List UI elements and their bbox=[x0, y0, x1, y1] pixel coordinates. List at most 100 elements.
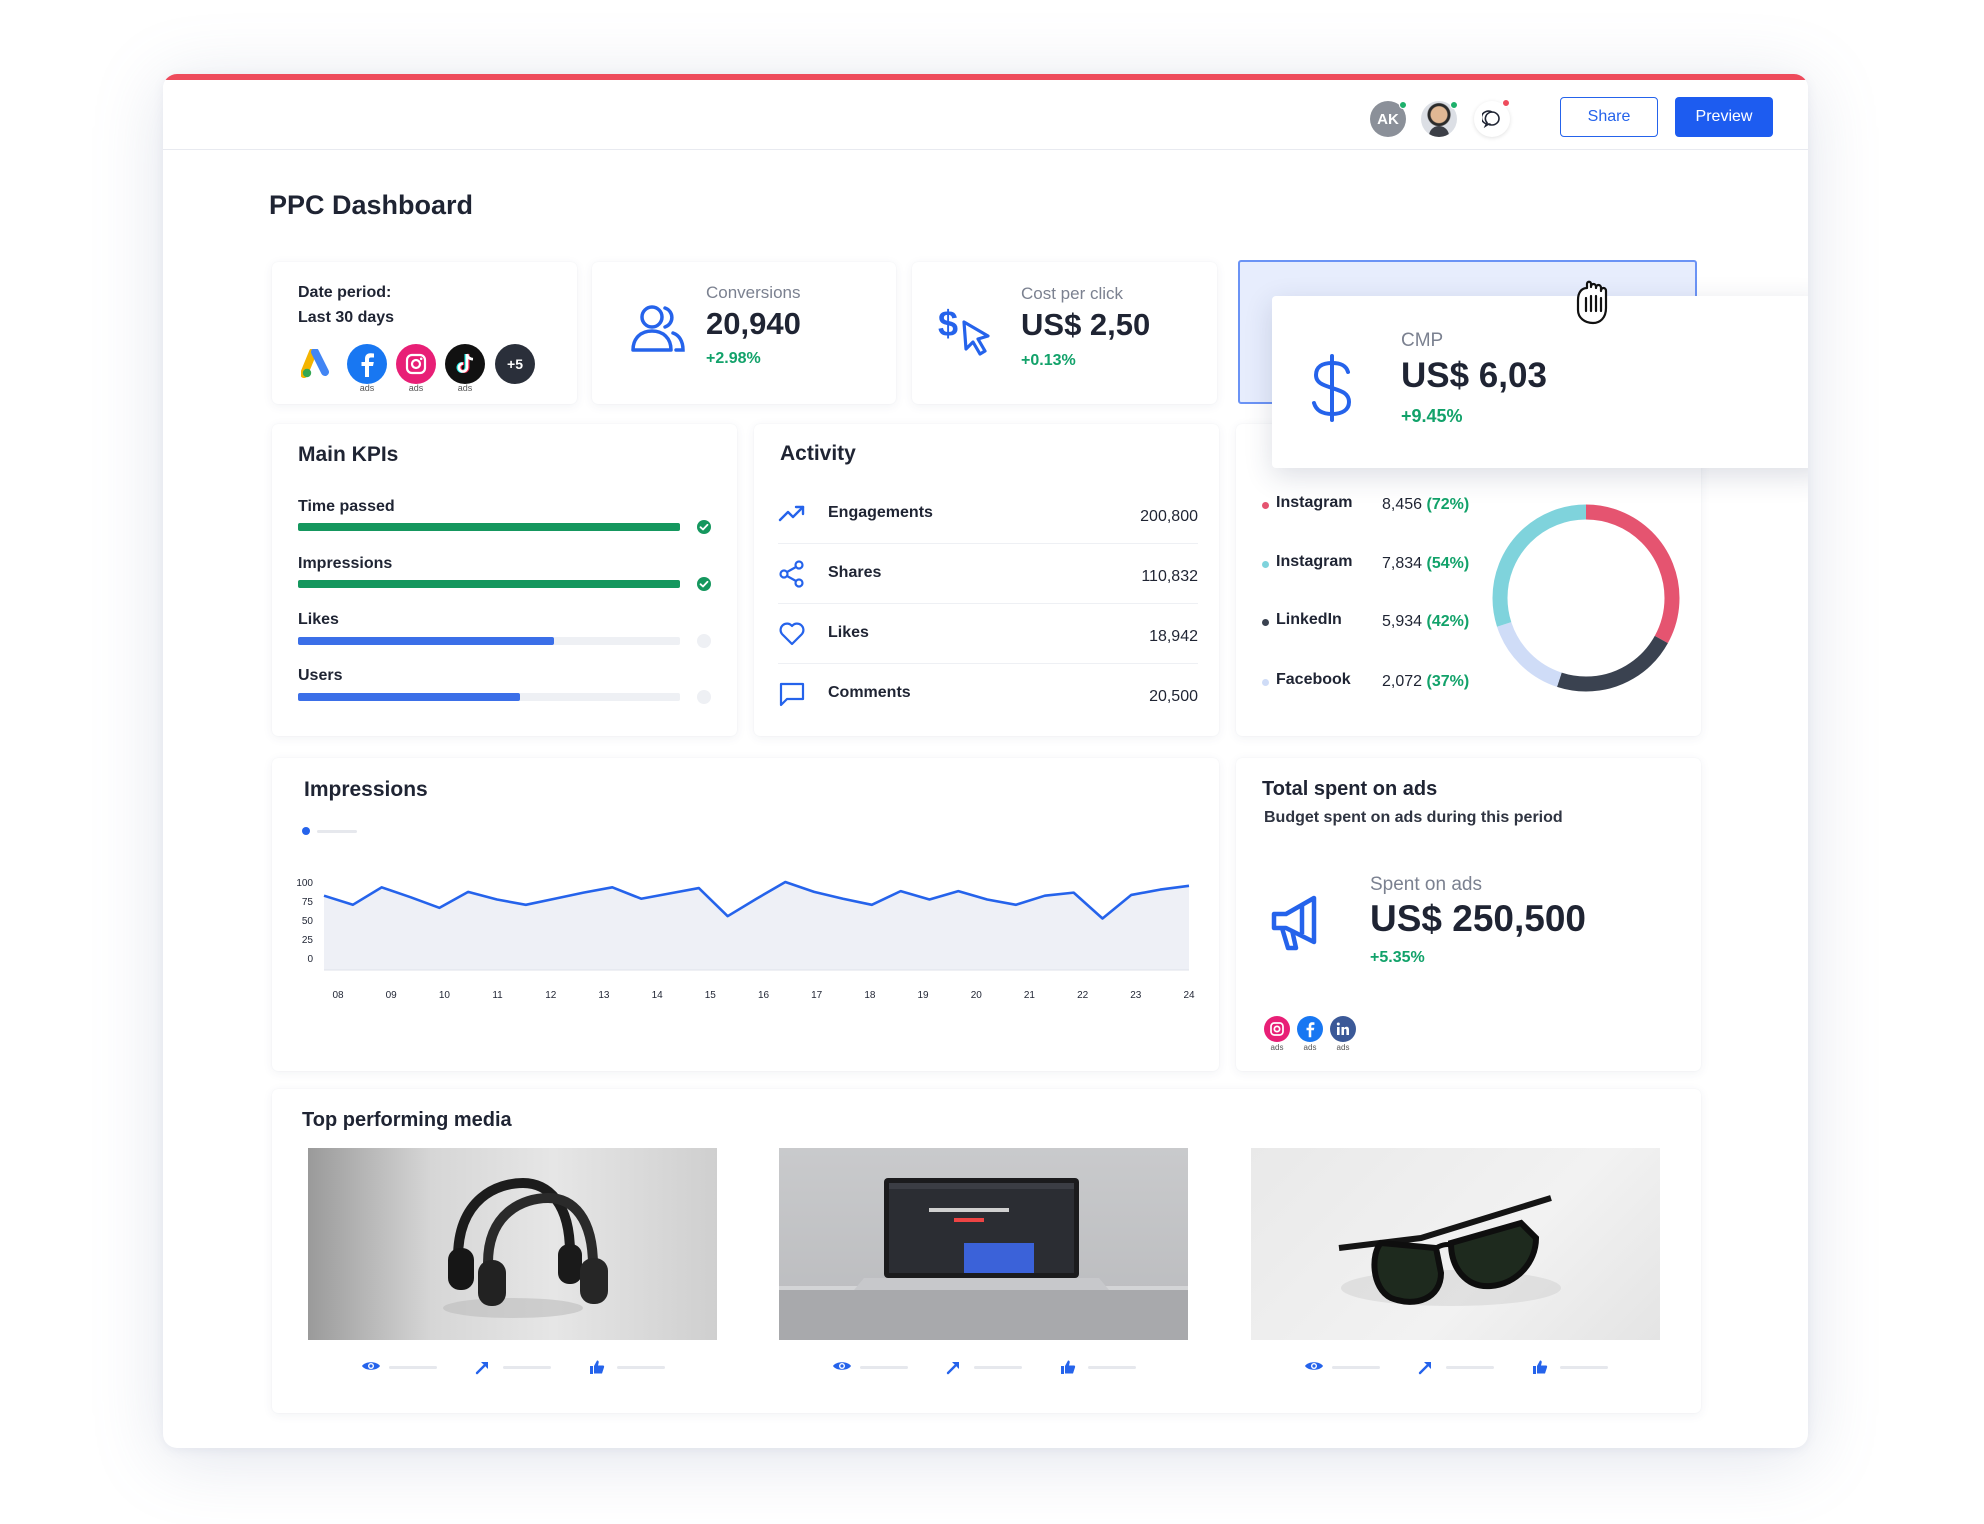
more-sources-badge[interactable]: +5 bbox=[495, 344, 535, 384]
cpc-value: US$ 2,50 bbox=[1021, 307, 1151, 342]
channel-count: 2,072 bbox=[1382, 673, 1423, 690]
channel-value: 8,456 (72%) bbox=[1382, 496, 1469, 514]
headphones-image[interactable] bbox=[308, 1148, 717, 1340]
cost-per-click-card[interactable]: $ Cost per click US$ 2,50 +0.13% bbox=[912, 262, 1217, 404]
chat-bubble-icon bbox=[1482, 110, 1500, 129]
eye-icon[interactable] bbox=[1304, 1359, 1324, 1378]
send-arrow-icon[interactable] bbox=[475, 1359, 491, 1380]
thumbs-up-icon[interactable] bbox=[589, 1359, 605, 1380]
share-button[interactable]: Share bbox=[1560, 97, 1658, 137]
stat-value-placeholder bbox=[617, 1366, 665, 1369]
preview-button[interactable]: Preview bbox=[1675, 97, 1773, 137]
stat-value-placeholder bbox=[974, 1366, 1022, 1369]
x-tick-label: 13 bbox=[598, 990, 610, 1001]
activity-row-shares[interactable]: Shares 110,832 bbox=[778, 552, 1198, 604]
send-arrow-icon[interactable] bbox=[946, 1359, 962, 1380]
activity-row-likes[interactable]: Likes 18,942 bbox=[778, 612, 1198, 664]
thumbs-up-icon[interactable] bbox=[1060, 1359, 1076, 1380]
x-tick-label: 16 bbox=[758, 990, 770, 1001]
activity-label: Shares bbox=[828, 564, 882, 581]
instagram-ads-logo: ads bbox=[396, 344, 436, 393]
check-circle-icon bbox=[697, 520, 711, 534]
x-tick-label: 12 bbox=[545, 990, 557, 1001]
instagram-ads-logo: ads bbox=[1264, 1016, 1290, 1052]
activity-card: Activity Engagements 200,800 Shares 110,… bbox=[754, 424, 1219, 736]
legend-dot bbox=[1262, 679, 1269, 686]
x-tick-label: 17 bbox=[811, 990, 823, 1001]
trend-up-icon bbox=[778, 505, 805, 522]
x-tick-label: 20 bbox=[971, 990, 983, 1001]
page-title: PPC Dashboard bbox=[269, 190, 474, 220]
top-media-title: Top performing media bbox=[302, 1109, 512, 1131]
x-tick-label: 21 bbox=[1024, 990, 1036, 1001]
cmp-label: CMP bbox=[1401, 330, 1444, 351]
heart-icon bbox=[779, 622, 805, 646]
logo-caption: ads bbox=[359, 383, 375, 393]
channel-name: Instagram bbox=[1276, 553, 1353, 570]
pending-circle-icon bbox=[697, 690, 711, 704]
stat-value-placeholder bbox=[1088, 1366, 1136, 1369]
activity-title: Activity bbox=[780, 442, 856, 465]
x-tick-label: 14 bbox=[652, 990, 664, 1001]
send-arrow-icon[interactable] bbox=[1418, 1359, 1434, 1380]
impressions-line-chart: 100 75 50 25 0 08 09 10 11 12 13 14 15 16 17 18 19 20 21 22… bbox=[296, 878, 1195, 1001]
thumbs-up-icon[interactable] bbox=[1532, 1359, 1548, 1380]
x-tick-label: 15 bbox=[705, 990, 717, 1001]
activity-value: 20,500 bbox=[1149, 688, 1198, 705]
channel-percent: (72%) bbox=[1426, 496, 1470, 513]
linkedin-ads-logo: ads bbox=[1330, 1016, 1356, 1052]
channel-count: 5,934 bbox=[1382, 613, 1423, 630]
impressions-card: Impressions 100 75 50 25 0 08 09 10 11 12 13 14 15 16… bbox=[272, 758, 1219, 1071]
legend-dot bbox=[1262, 502, 1269, 509]
eye-icon[interactable] bbox=[832, 1359, 852, 1378]
x-tick-label: 22 bbox=[1077, 990, 1089, 1001]
sunglasses-illustration bbox=[1338, 1195, 1561, 1306]
kpi-progress-fill bbox=[298, 637, 554, 645]
top-media-card: Top performing media bbox=[272, 1089, 1701, 1413]
date-period-card[interactable]: Date period: Last 30 days ads ads ads +5 bbox=[272, 262, 577, 404]
x-tick-label: 18 bbox=[864, 990, 876, 1001]
stat-value-placeholder bbox=[389, 1366, 437, 1369]
check-circle-icon bbox=[697, 577, 711, 591]
kpi-progress-bar bbox=[298, 523, 680, 531]
sunglasses-image[interactable] bbox=[1251, 1148, 1660, 1340]
total-spent-card: Total spent on ads Budget spent on ads d… bbox=[1236, 758, 1701, 1071]
activity-label: Comments bbox=[828, 684, 911, 701]
logo-caption: ads bbox=[457, 383, 473, 393]
activity-row-engagements[interactable]: Engagements 200,800 bbox=[778, 492, 1198, 544]
cmp-card[interactable]: CMP US$ 6,03 +9.45% bbox=[1272, 296, 1808, 468]
kpi-label: Time passed bbox=[298, 498, 395, 515]
x-tick-label: 23 bbox=[1130, 990, 1142, 1001]
channel-donut-chart bbox=[1492, 504, 1680, 692]
activity-row-comments[interactable]: Comments 20,500 bbox=[778, 672, 1198, 724]
instagram-icon bbox=[1270, 1022, 1284, 1036]
activity-value: 18,942 bbox=[1149, 628, 1198, 645]
y-tick-label: 25 bbox=[302, 935, 314, 946]
legend-dot bbox=[1262, 619, 1269, 626]
total-spent-subtitle: Budget spent on ads during this period bbox=[1264, 809, 1563, 826]
users-icon bbox=[631, 305, 685, 352]
share-icon bbox=[779, 560, 804, 588]
total-spent-title: Total spent on ads bbox=[1262, 778, 1438, 800]
logo-caption: ads bbox=[1303, 1043, 1317, 1052]
channel-value: 7,834 (54%) bbox=[1382, 555, 1469, 573]
stat-value-placeholder bbox=[1332, 1366, 1380, 1369]
y-tick-label: 50 bbox=[302, 916, 314, 927]
tiktok-icon bbox=[456, 353, 474, 373]
google-ads-logo bbox=[298, 344, 338, 384]
facebook-icon bbox=[1306, 1022, 1315, 1038]
kpi-progress-fill bbox=[298, 523, 680, 531]
main-kpis-title: Main KPIs bbox=[298, 443, 399, 466]
cpc-label: Cost per click bbox=[1021, 284, 1124, 303]
dollar-icon bbox=[1312, 354, 1352, 422]
legend-dot bbox=[1262, 561, 1269, 568]
top-bar: AK Share Preview bbox=[163, 80, 1808, 150]
kpi-progress-bar bbox=[298, 637, 680, 645]
laptop-image[interactable] bbox=[779, 1148, 1188, 1340]
conversions-card[interactable]: Conversions 20,940 +2.98% bbox=[592, 262, 896, 404]
pending-circle-icon bbox=[697, 634, 711, 648]
y-tick-label: 100 bbox=[296, 878, 313, 889]
kpi-progress-bar bbox=[298, 693, 680, 701]
eye-icon[interactable] bbox=[361, 1359, 381, 1378]
channel-percent: (42%) bbox=[1426, 613, 1470, 630]
